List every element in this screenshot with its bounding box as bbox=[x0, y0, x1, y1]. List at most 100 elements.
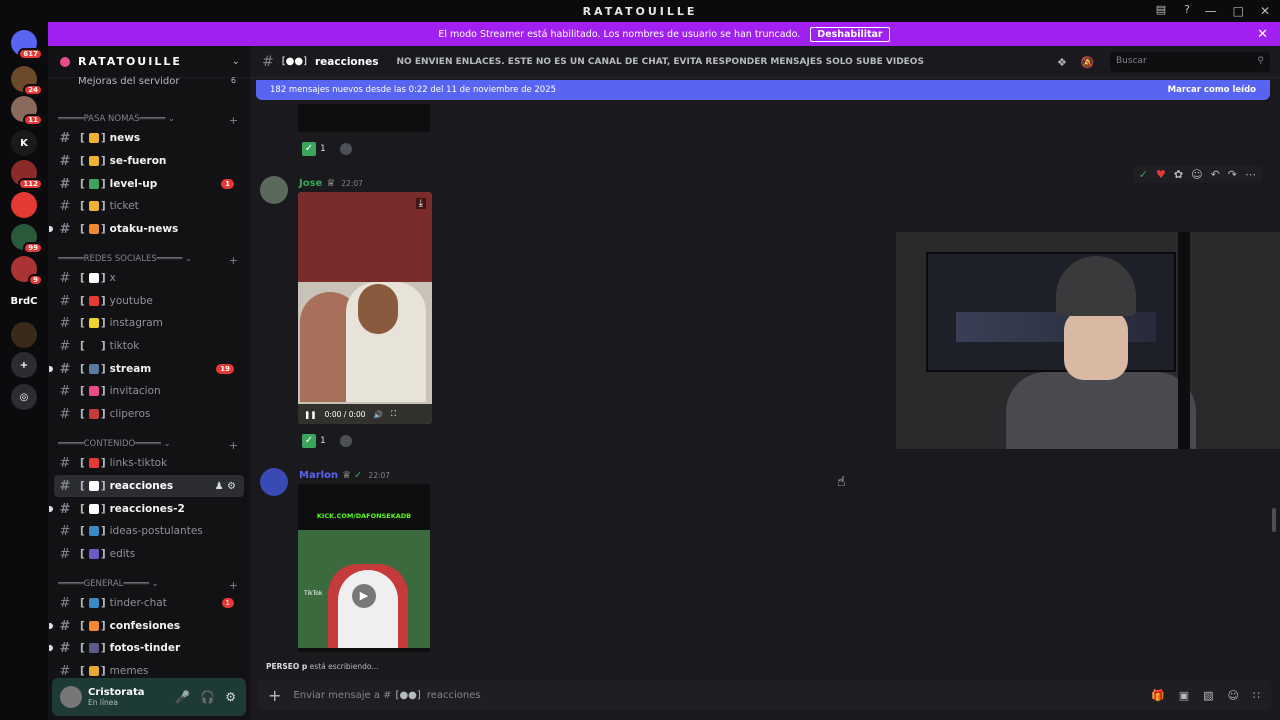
add-reaction-icon[interactable]: ☺ bbox=[1191, 168, 1202, 181]
gift-icon[interactable]: 🎁 bbox=[1151, 689, 1165, 702]
channel-x[interactable]: # [] x bbox=[54, 267, 244, 289]
add-channel-icon[interactable]: + bbox=[229, 254, 238, 267]
mute-bell-icon[interactable]: 🔕 bbox=[1081, 56, 1095, 69]
server-icon[interactable]: 99 bbox=[11, 224, 43, 254]
minimize-icon[interactable]: — bbox=[1205, 4, 1217, 18]
heart-reaction-icon[interactable]: ♥ bbox=[1156, 168, 1166, 181]
inbox-icon[interactable]: ▤ bbox=[1156, 3, 1166, 16]
channel-reacciones[interactable]: # [] reacciones ♟ ⚙ bbox=[54, 475, 244, 497]
category-pasa-nomas[interactable]: ═════PASA NOMAS═════ ⌄ + bbox=[58, 114, 238, 127]
server-icon[interactable] bbox=[11, 192, 37, 218]
check-reaction-icon[interactable]: ✓ bbox=[1139, 168, 1148, 181]
server-icon[interactable]: BrdC bbox=[10, 288, 38, 314]
server-icon[interactable]: + bbox=[11, 352, 37, 378]
add-attachment-icon[interactable]: + bbox=[268, 686, 281, 705]
guild-header[interactable]: RATATOUILLE ⌄ bbox=[48, 46, 250, 78]
add-channel-icon[interactable]: + bbox=[229, 439, 238, 452]
category-label: ═════CONTENIDO═════ ⌄ bbox=[58, 439, 171, 449]
channel-emoji-icon bbox=[88, 296, 99, 306]
search-input[interactable]: Buscar ⚲ bbox=[1110, 52, 1270, 72]
server-icon[interactable]: 617 bbox=[11, 30, 43, 60]
headphones-icon[interactable]: 🎧 bbox=[200, 690, 215, 704]
server-icon[interactable] bbox=[11, 322, 37, 348]
apps-icon[interactable]: ∷ bbox=[1253, 689, 1260, 702]
channel-topic[interactable]: NO ENVIEN ENLACES. ESTE NO ES UN CANAL D… bbox=[397, 57, 924, 67]
sticker-icon[interactable]: ▧ bbox=[1203, 689, 1213, 702]
message-composer[interactable]: + Enviar mensaje a # [●●] reacciones 🎁 ▣… bbox=[258, 680, 1272, 710]
channel-ideas-postulantes[interactable]: # [] ideas-postulantes bbox=[54, 520, 244, 542]
category-contenido[interactable]: ═════CONTENIDO═════ ⌄ + bbox=[58, 439, 238, 452]
channel-ticket[interactable]: # [] ticket bbox=[54, 195, 244, 217]
channel-edits[interactable]: # [] edits bbox=[54, 543, 244, 565]
cat-reaction-icon[interactable]: ✿ bbox=[1174, 168, 1183, 181]
maximize-icon[interactable]: □ bbox=[1233, 4, 1244, 18]
search-icon: ⚲ bbox=[1257, 56, 1264, 66]
channel-stream[interactable]: # [] stream 19 bbox=[49, 358, 244, 380]
close-window-icon[interactable]: ✕ bbox=[1260, 4, 1270, 18]
avatar[interactable] bbox=[260, 468, 288, 496]
tiktok-embed[interactable]: KICK.COM/DAFONSEKADB ▶ TikTok bbox=[298, 484, 430, 652]
message-author[interactable]: Jose ♕ 22:07 bbox=[299, 178, 363, 189]
add-reaction-icon[interactable] bbox=[339, 435, 352, 447]
new-messages-bar[interactable]: 182 mensajes nuevos desde las 0:22 del 1… bbox=[256, 80, 1270, 100]
close-banner-icon[interactable]: ✕ bbox=[1257, 27, 1268, 42]
disable-streamer-button[interactable]: Deshabilitar bbox=[810, 26, 890, 42]
play-icon[interactable]: ▶ bbox=[352, 584, 376, 608]
forward-icon[interactable]: ↷ bbox=[1228, 168, 1237, 181]
streamer-mode-banner: El modo Streamer está habilitado. Los no… bbox=[48, 22, 1280, 46]
channel-links-tiktok[interactable]: # [] links-tiktok bbox=[54, 452, 244, 474]
message-author[interactable]: Marlon ♕ ✓ 22:07 bbox=[299, 470, 390, 481]
channel-tiktok[interactable]: # [] tiktok bbox=[54, 335, 244, 357]
avatar[interactable] bbox=[260, 176, 288, 204]
help-icon[interactable]: ? bbox=[1184, 3, 1190, 16]
channel-otaku-news[interactable]: # [] otaku-news bbox=[49, 218, 244, 240]
author-name[interactable]: Marlon bbox=[299, 470, 338, 481]
check-reaction-icon[interactable]: ✓ bbox=[302, 434, 316, 448]
gif-icon[interactable]: ▣ bbox=[1179, 689, 1189, 702]
channel-reacciones-2[interactable]: # [] reacciones-2 bbox=[49, 498, 244, 520]
gear-icon[interactable]: ⚙ bbox=[225, 690, 236, 704]
server-icon[interactable]: ◎ bbox=[11, 384, 37, 410]
server-icon[interactable]: K bbox=[11, 130, 37, 156]
volume-icon[interactable]: 🔊 bbox=[374, 410, 383, 419]
video-attachment[interactable]: ⤓ ❚❚ 0:00 / 0:00 🔊 ⛶ bbox=[298, 192, 432, 424]
author-name[interactable]: Jose bbox=[299, 178, 322, 189]
channel-instagram[interactable]: # [] instagram bbox=[54, 312, 244, 334]
microphone-icon[interactable]: 🎤 bbox=[175, 690, 190, 704]
emoji-icon[interactable]: ☺ bbox=[1228, 689, 1239, 702]
add-reaction-icon[interactable] bbox=[339, 143, 352, 155]
channel-level-up[interactable]: # [] level-up 1 bbox=[54, 173, 244, 195]
channel-cliperos[interactable]: # [] cliperos bbox=[54, 403, 244, 425]
more-icon[interactable]: ⋯ bbox=[1245, 168, 1256, 181]
download-icon[interactable]: ⤓ bbox=[415, 198, 426, 209]
channel-confesiones[interactable]: # [] confesiones bbox=[49, 615, 244, 637]
reaction-row: ✓ 1 bbox=[302, 142, 352, 156]
channel-tinder-chat[interactable]: # [] tinder-chat 1 bbox=[54, 592, 244, 614]
channel-fotos-tinder[interactable]: # [] fotos-tinder bbox=[49, 637, 244, 659]
category-redes-sociales[interactable]: ═════REDES SOCIALES═════ ⌄ + bbox=[58, 254, 238, 267]
reply-icon[interactable]: ↶ bbox=[1211, 168, 1220, 181]
category-general[interactable]: ═════GENERAL═════ ⌄ + bbox=[58, 579, 238, 592]
scrollbar[interactable] bbox=[1272, 508, 1276, 532]
avatar[interactable] bbox=[60, 686, 82, 708]
bracket-glyph: ] bbox=[100, 385, 106, 397]
channel-label: fotos-tinder bbox=[109, 642, 181, 654]
pause-icon[interactable]: ❚❚ bbox=[304, 410, 317, 419]
server-boost-label[interactable]: Mejoras del servidor bbox=[78, 76, 180, 87]
server-icon[interactable]: 11 bbox=[11, 96, 43, 126]
channel-youtube[interactable]: # [] youtube bbox=[54, 290, 244, 312]
channel-se-fueron[interactable]: # [] se-fueron bbox=[54, 150, 244, 172]
channel-invitacion[interactable]: # [] invitacion bbox=[54, 380, 244, 402]
server-icon[interactable]: 24 bbox=[11, 66, 43, 96]
add-channel-icon[interactable]: + bbox=[229, 114, 238, 127]
check-reaction-icon[interactable]: ✓ bbox=[302, 142, 316, 156]
server-icon[interactable]: 112 bbox=[11, 160, 43, 190]
bracket-glyph: ] bbox=[100, 223, 106, 235]
fullscreen-icon[interactable]: ⛶ bbox=[391, 409, 396, 419]
mark-as-read-button[interactable]: Marcar como leído bbox=[1168, 85, 1256, 95]
add-channel-icon[interactable]: + bbox=[229, 579, 238, 592]
channel-settings-icon[interactable]: ♟ ⚙ bbox=[215, 481, 236, 492]
threads-icon[interactable]: ❖ bbox=[1057, 56, 1067, 69]
server-icon[interactable]: 9 bbox=[11, 256, 43, 286]
channel-news[interactable]: # [] news bbox=[54, 127, 244, 149]
